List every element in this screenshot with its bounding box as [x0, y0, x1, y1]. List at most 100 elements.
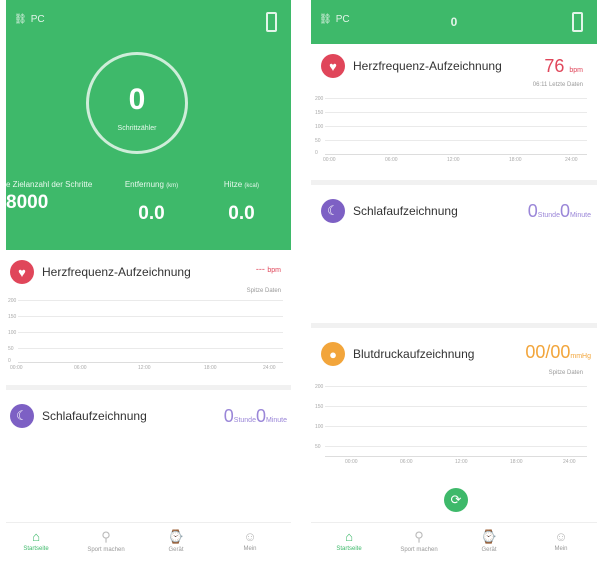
refresh-button[interactable]: ⟳ — [444, 488, 468, 512]
nav-profile[interactable]: ☺ Mein — [531, 529, 591, 552]
grid-line — [18, 332, 283, 333]
user-icon: ☺ — [243, 529, 257, 544]
grid-line — [18, 316, 283, 317]
grid-line — [18, 348, 283, 349]
device-status: ⛓ PC — [14, 14, 45, 25]
x-tick: 18:00 — [510, 459, 523, 465]
blood-drop-icon: ● — [321, 342, 345, 366]
nav-home[interactable]: ⌂ Startseite — [319, 529, 379, 552]
y-tick: 150 — [8, 314, 17, 320]
nav-home-label: Startseite — [23, 546, 49, 552]
y-tick: 50 — [315, 444, 321, 450]
device-label: PC — [30, 14, 45, 25]
nav-device-label: Gerät — [481, 547, 497, 553]
heart-rate-title: Herzfrequenz-Aufzeichnung — [353, 59, 502, 73]
steps-ring[interactable]: 0 Schrittzähler — [86, 52, 188, 154]
grid-line — [325, 426, 587, 427]
run-icon: ⚲ — [101, 529, 111, 544]
blood-pressure-chart: 200 150 100 50 00:00 06:00 12:00 18:00 2… — [315, 382, 587, 466]
x-tick: 24:00 — [565, 157, 578, 163]
stat-goal: e Zielanzahl der Schritte 8000 — [6, 180, 101, 214]
nav-sport[interactable]: ⚲ Sport machen — [389, 529, 449, 553]
moon-icon: ☾ — [321, 199, 345, 223]
grid-line — [325, 126, 587, 127]
y-tick: 0 — [8, 358, 11, 364]
x-tick: 24:00 — [263, 365, 276, 371]
stat-goal-label: e Zielanzahl der Schritte — [6, 180, 93, 189]
grid-line — [325, 98, 587, 99]
bottom-nav: ⌂ Startseite ⚲ Sport machen ⌚ Gerät ☺ Me… — [6, 522, 291, 563]
grid-line — [325, 140, 587, 141]
blood-pressure-section[interactable]: ● Blutdruckaufzeichnung 00/00mmHg Spitze… — [311, 328, 597, 473]
y-tick: 50 — [8, 346, 14, 352]
heart-rate-section[interactable]: ♥ Herzfrequenz-Aufzeichnung --- bpm Spit… — [6, 250, 291, 385]
home-icon: ⌂ — [32, 529, 40, 544]
x-tick: 00:00 — [323, 157, 336, 163]
grid-line — [18, 300, 283, 301]
link-icon: ⛓ — [14, 14, 27, 25]
x-tick: 18:00 — [204, 365, 217, 371]
run-icon: ⚲ — [414, 529, 424, 544]
y-tick: 100 — [315, 124, 324, 130]
x-tick: 06:00 — [400, 459, 413, 465]
y-tick: 150 — [315, 404, 324, 410]
watch-icon: ⌚ — [167, 529, 185, 544]
steps-count: 0 — [128, 83, 146, 116]
grid-line — [325, 446, 587, 447]
heart-rate-chart: 200 150 100 50 0 00:00 06:00 12:00 18:00… — [8, 298, 283, 372]
grid-line — [325, 456, 587, 457]
nav-home[interactable]: ⌂ Startseite — [6, 529, 66, 552]
y-tick: 50 — [315, 138, 321, 144]
x-tick: 06:00 — [385, 157, 398, 163]
stat-goal-value: 8000 — [6, 192, 49, 213]
y-tick: 0 — [315, 150, 318, 156]
blood-pressure-title: Blutdruckaufzeichnung — [353, 347, 475, 361]
nav-device[interactable]: ⌚ Gerät — [146, 529, 206, 553]
nav-sport[interactable]: ⚲ Sport machen — [76, 529, 136, 553]
y-tick: 200 — [315, 96, 324, 102]
top-bar: ⛓ PC 0 — [311, 0, 597, 44]
moon-icon: ☾ — [10, 404, 34, 428]
status-bar: ⛓ PC — [6, 12, 291, 32]
steps-label: Schrittzähler — [117, 125, 157, 132]
stat-calories-value: 0.0 — [228, 203, 255, 224]
home-icon: ⌂ — [345, 529, 353, 544]
heart-rate-value: --- bpm — [255, 264, 281, 274]
bottom-nav: ⌂ Startseite ⚲ Sport machen ⌚ Gerät ☺ Me… — [311, 522, 597, 563]
stat-calories-label: Hitze (kcal) — [223, 180, 260, 189]
heart-rate-note: 06:11 Letzte Daten — [532, 82, 583, 88]
y-tick: 150 — [315, 110, 324, 116]
heart-rate-section[interactable]: ♥ Herzfrequenz-Aufzeichnung 76 bpm 06:11… — [311, 44, 597, 179]
y-tick: 100 — [8, 330, 17, 336]
sleep-title: Schlafaufzeichnung — [353, 204, 458, 218]
nav-device[interactable]: ⌚ Gerät — [459, 529, 519, 553]
x-tick: 24:00 — [563, 459, 576, 465]
heart-rate-header: ♥ Herzfrequenz-Aufzeichnung — [10, 260, 191, 284]
heart-rate-value: 76 bpm — [544, 56, 583, 76]
x-tick: 12:00 — [455, 459, 468, 465]
sleep-header: ☾ Schlafaufzeichnung — [321, 199, 458, 223]
x-tick: 00:00 — [345, 459, 358, 465]
sleep-section[interactable]: ☾ Schlafaufzeichnung 0Stunde0Minute — [311, 185, 597, 323]
grid-line — [325, 406, 587, 407]
blood-pressure-note: Spitze Daten — [548, 370, 583, 376]
heart-rate-note: Spitze Daten — [246, 288, 281, 294]
y-tick: 200 — [315, 384, 324, 390]
nav-profile[interactable]: ☺ Mein — [220, 529, 280, 552]
nav-sport-label: Sport machen — [400, 547, 438, 553]
heart-rate-title: Herzfrequenz-Aufzeichnung — [42, 265, 191, 279]
grid-line — [325, 154, 587, 155]
stat-distance: Entfernung (km) 0.0 — [104, 180, 199, 225]
battery-icon — [266, 12, 277, 32]
heart-rate-header: ♥ Herzfrequenz-Aufzeichnung — [321, 54, 502, 78]
user-icon: ☺ — [554, 529, 568, 544]
y-tick: 200 — [8, 298, 17, 304]
sleep-title: Schlafaufzeichnung — [42, 409, 147, 423]
grid-line — [325, 112, 587, 113]
sleep-section[interactable]: ☾ Schlafaufzeichnung 0Stunde0Minute — [6, 390, 291, 523]
nav-device-label: Gerät — [168, 547, 184, 553]
x-tick: 12:00 — [138, 365, 151, 371]
phone-screen-left: ⛓ PC 0 Schrittzähler e Zielanzahl der Sc… — [6, 0, 291, 563]
nav-profile-label: Mein — [554, 546, 568, 552]
refresh-icon: ⟳ — [450, 492, 462, 507]
